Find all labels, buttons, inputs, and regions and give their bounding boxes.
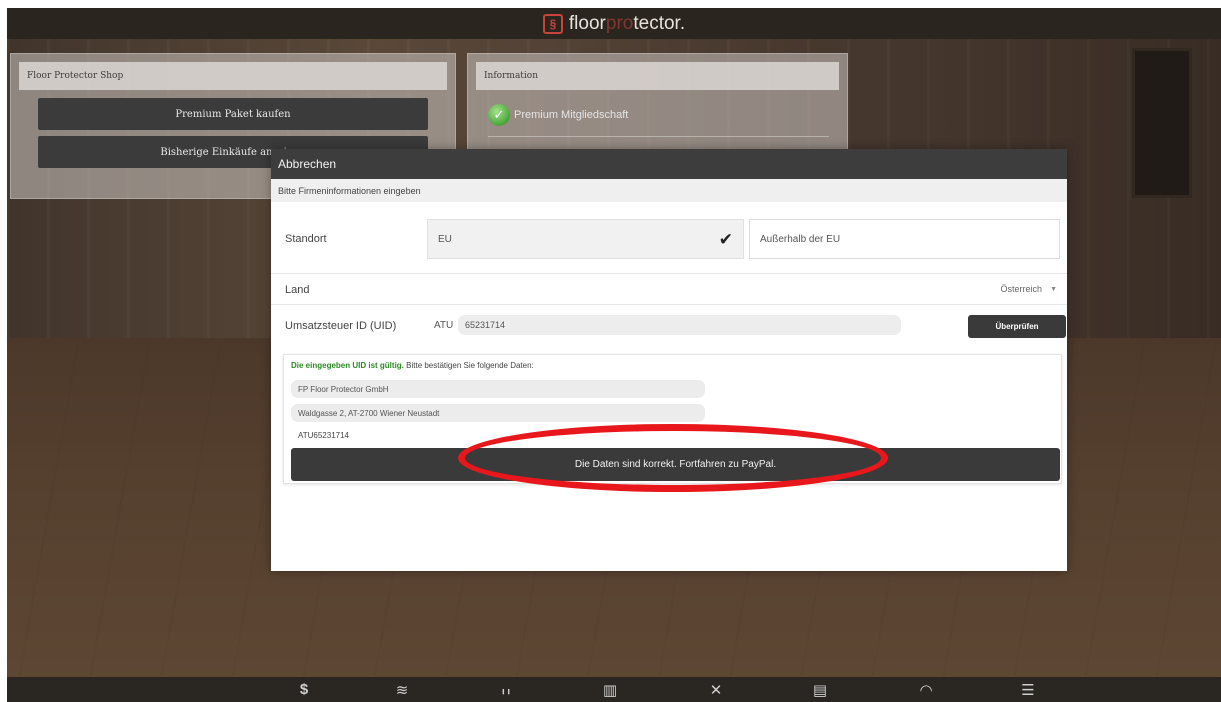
verify-uid-button[interactable]: Überprüfen [968, 315, 1066, 338]
validation-success-text: Die eingegeben UID ist gültig. [291, 361, 404, 370]
uid-input[interactable] [458, 315, 901, 335]
bottom-nav-bar: $ ≋ ╻╻ ▥ ✕ ▤ ◠ ☰ [7, 677, 1221, 702]
modal-subtitle: Bitte Firmeninformationen eingeben [271, 179, 1067, 202]
company-info-modal: Abbrechen Bitte Firmeninformationen eing… [271, 149, 1067, 571]
option-non-eu[interactable]: Außerhalb der EU [749, 219, 1060, 259]
cancel-button[interactable]: Abbrechen [278, 157, 336, 171]
membership-label: Premium Mitgliedschaft [514, 109, 629, 121]
uid-row: Umsatzsteuer ID (UID) ATU Überprüfen [271, 309, 1067, 341]
shop-panel-title: Floor Protector Shop [19, 62, 447, 90]
gauge-icon[interactable]: ◠ [911, 677, 941, 702]
info-panel-title: Information [476, 62, 839, 90]
uid-prefix: ATU [434, 320, 454, 331]
bar-chart-icon[interactable]: ╻╻ [491, 677, 521, 702]
buy-premium-button[interactable]: Premium Paket kaufen [38, 98, 428, 130]
validation-message: Die eingegeben UID ist gültig. Bitte bes… [291, 361, 534, 370]
company-uid-text: ATU65231714 [298, 431, 349, 440]
company-name-field: FP Floor Protector GmbH [291, 380, 705, 398]
top-bar: § floor pro tector. [7, 8, 1221, 39]
standort-row: Standort EU ✔ Außerhalb der EU [271, 211, 1067, 269]
standort-label: Standort [285, 233, 327, 245]
layers-icon[interactable]: ≋ [387, 677, 417, 702]
map-icon[interactable]: ▥ [595, 677, 625, 702]
land-label: Land [285, 284, 310, 296]
logo-text-left: floor [568, 12, 606, 34]
validation-instruction-text: Bitte bestätigen Sie folgende Daten: [403, 361, 534, 370]
caret-down-icon: ▼ [1050, 286, 1057, 293]
option-non-eu-label: Außerhalb der EU [760, 233, 841, 245]
logo-icon: § [542, 13, 563, 34]
company-address-field: Waldgasse 2, AT-2700 Wiener Neustadt [291, 404, 705, 422]
proceed-to-paypal-button[interactable]: Die Daten sind korrekt. Fortfahren zu Pa… [291, 448, 1060, 481]
dollar-icon[interactable]: $ [289, 677, 319, 702]
clipboard-icon[interactable]: ▤ [805, 677, 835, 702]
membership-row: ✓ Premium Mitgliedschaft [488, 104, 829, 137]
option-eu-label: EU [438, 233, 452, 245]
land-select[interactable]: Österreich ▼ [1001, 284, 1057, 296]
confirmation-box: Die eingegeben UID ist gültig. Bitte bes… [283, 354, 1062, 484]
land-select-value: Österreich [1000, 284, 1043, 294]
logo-text-right: tector. [633, 12, 686, 34]
option-eu[interactable]: EU ✔ [427, 219, 744, 259]
checkmark-icon: ✔ [718, 230, 733, 249]
tools-icon[interactable]: ✕ [701, 677, 731, 702]
modal-header: Abbrechen [271, 149, 1067, 179]
land-row: Land Österreich ▼ [271, 273, 1067, 305]
sliders-icon[interactable]: ☰ [1013, 677, 1043, 702]
check-circle-icon: ✓ [488, 104, 510, 126]
brand-logo: § floor pro tector. [542, 12, 686, 35]
logo-text-muted: pro [605, 12, 634, 34]
uid-label: Umsatzsteuer ID (UID) [285, 320, 397, 332]
app-window: § floor pro tector. Floor Protector Shop… [7, 8, 1221, 702]
